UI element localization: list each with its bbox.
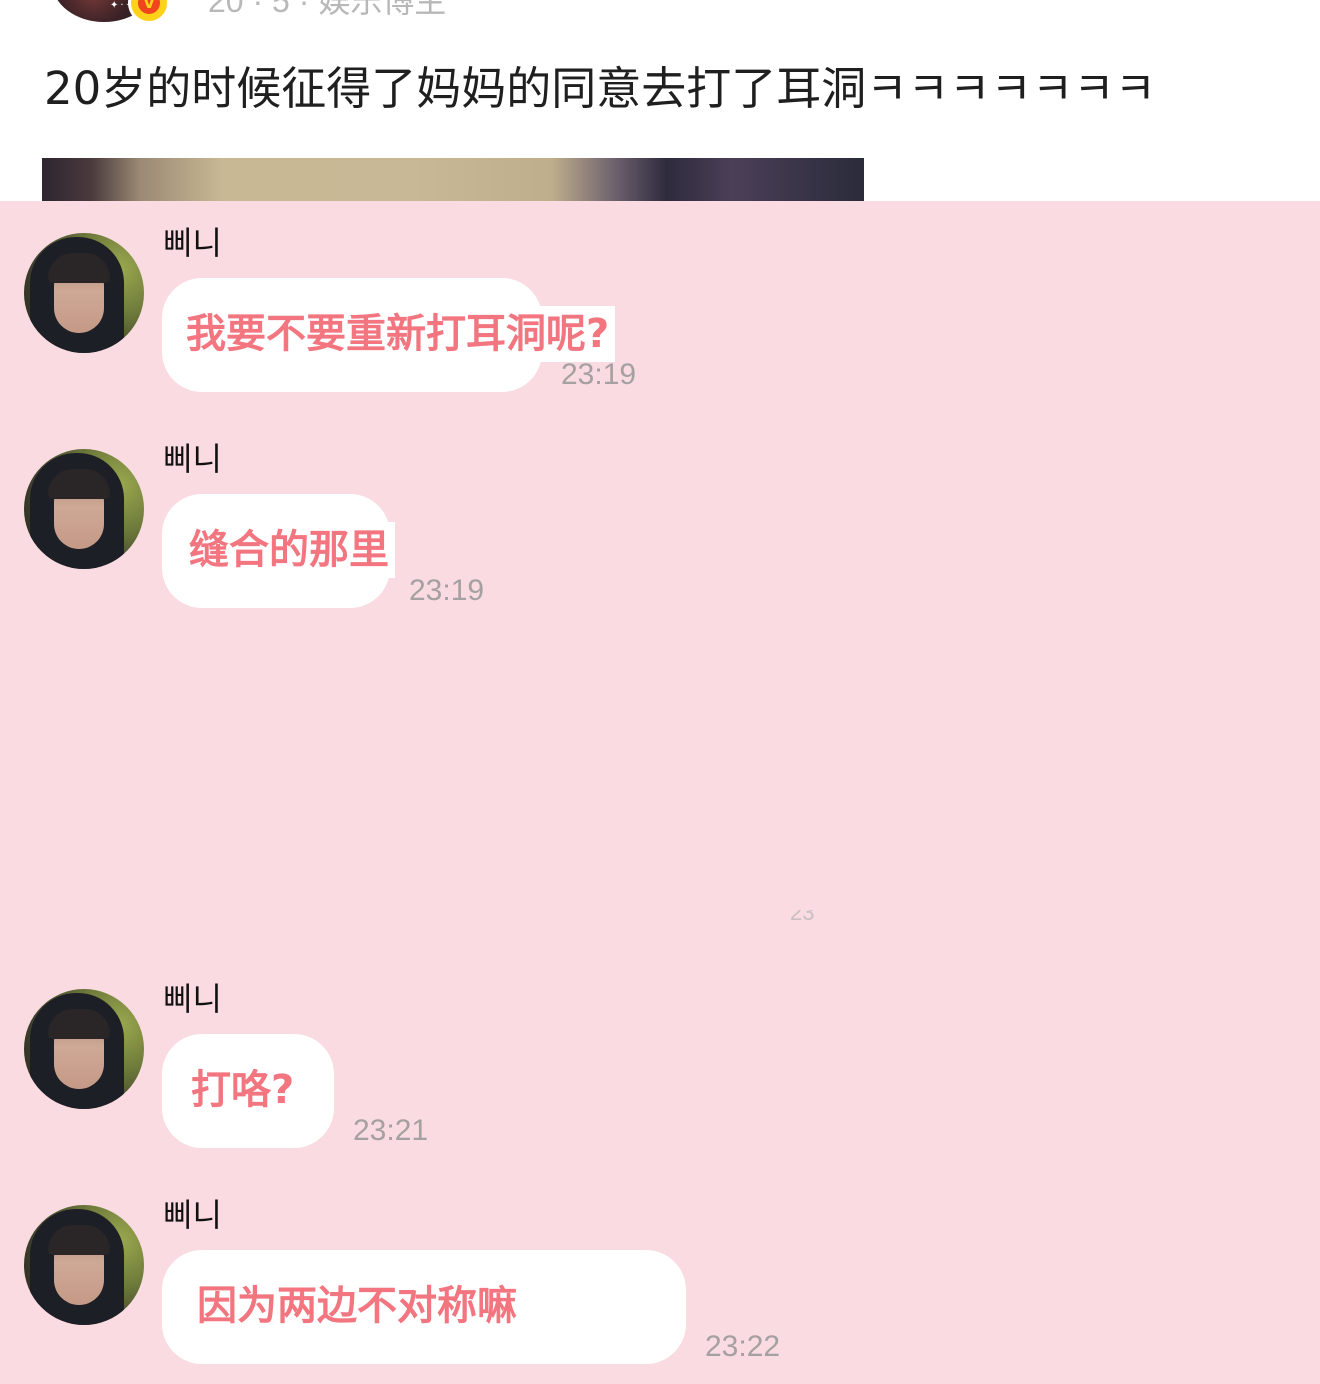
verified-badge-icon: V bbox=[128, 0, 170, 24]
sender-name: 삐니 bbox=[163, 440, 222, 478]
message-text: 我要不要重新打耳洞呢? bbox=[186, 306, 616, 362]
sender-name: 삐니 bbox=[163, 1196, 222, 1234]
sender-avatar[interactable] bbox=[24, 233, 144, 353]
post-text: 20岁的时候征得了妈妈的同意去打了耳洞ㅋㅋㅋㅋㅋㅋㅋ bbox=[44, 62, 1157, 115]
sender-avatar[interactable] bbox=[24, 989, 144, 1109]
message-text: 缝合的那里 bbox=[189, 522, 395, 578]
message-time: 23:22 bbox=[705, 1330, 781, 1363]
post-meta: 20 · 5 · 娱乐博主 bbox=[208, 0, 447, 19]
message-text: 打咯? bbox=[191, 1062, 301, 1118]
sender-avatar[interactable] bbox=[24, 1205, 144, 1325]
message-time: 23:21 bbox=[353, 1114, 429, 1147]
faint-timestamp: 23 bbox=[790, 910, 815, 924]
message-text: 因为两边不对称嘛 bbox=[197, 1278, 523, 1334]
post-header: ✦·✦ V 20 · 5 · 娱乐博主 20岁的时候征得了妈妈的同意去打了耳洞ㅋ… bbox=[0, 0, 1320, 201]
page: ✦·✦ V 20 · 5 · 娱乐博主 20岁的时候征得了妈妈的同意去打了耳洞ㅋ… bbox=[0, 0, 1320, 1384]
sender-avatar[interactable] bbox=[24, 449, 144, 569]
chat-screenshot: 삐니 我要不要重新打耳洞呢? 23:19 삐니 缝合的那里 23:19 23 삐… bbox=[0, 201, 1320, 1384]
sender-name: 삐니 bbox=[163, 224, 222, 262]
message-time: 23:19 bbox=[561, 358, 637, 391]
message-time: 23:19 bbox=[409, 574, 485, 607]
sender-name: 삐니 bbox=[163, 980, 222, 1018]
post-image[interactable] bbox=[42, 158, 864, 201]
